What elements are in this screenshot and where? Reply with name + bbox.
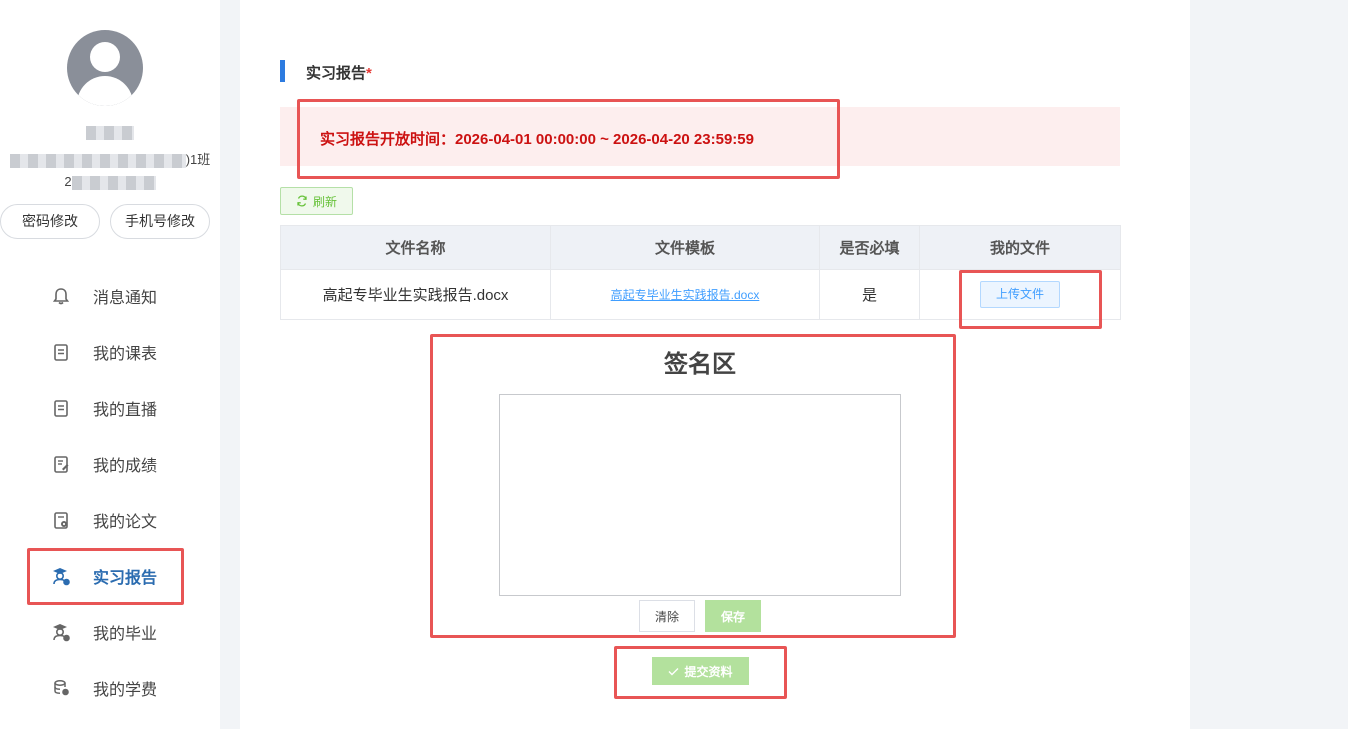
table-header-row: 文件名称 文件模板 是否必填 我的文件 [280, 225, 1121, 270]
cell-file-name: 高起专毕业生实践报告.docx [280, 269, 551, 320]
required-mark: * [366, 65, 372, 82]
nav-label: 我的课表 [93, 346, 158, 363]
nav-item-grades[interactable]: 我的成绩 [50, 449, 200, 479]
save-signature-button[interactable]: 保存 [705, 600, 761, 632]
nav-label: 我的成绩 [93, 458, 158, 475]
header-template: 文件模板 [550, 225, 820, 270]
avatar [67, 30, 143, 106]
files-table: 文件名称 文件模板 是否必填 我的文件 高起专毕业生实践报告.docx 高起专毕… [280, 225, 1121, 320]
open-time-text: 实习报告开放时间：2026-04-01 00:00:00 ~ 2026-04-2… [320, 131, 754, 148]
graduate-cap-icon [50, 621, 72, 643]
nav-item-tuition[interactable]: 我的学费 [50, 673, 200, 703]
table-row: 高起专毕业生实践报告.docx 高起专毕业生实践报告.docx 是 上传文件 [280, 269, 1121, 320]
change-phone-button[interactable]: 手机号修改 [110, 204, 210, 239]
report-edit-icon [50, 453, 72, 475]
refresh-button[interactable]: 刷新 [280, 187, 353, 215]
document-icon [50, 397, 72, 419]
header-file-name: 文件名称 [280, 225, 551, 270]
cell-template: 高起专毕业生实践报告.docx [550, 269, 820, 320]
clear-signature-button[interactable]: 清除 [639, 600, 695, 632]
nav-item-internship-report[interactable]: 实习报告 [50, 561, 200, 591]
upload-file-button[interactable]: 上传文件 [980, 281, 1060, 308]
user-name [0, 124, 220, 140]
sidebar: )1班 2 密码修改 手机号修改 消息通知 我的课表 我的直播 我的成绩 我的论… [0, 0, 220, 729]
nav-label: 实习报告 [93, 570, 158, 587]
signature-title: 签名区 [664, 351, 736, 378]
change-password-button[interactable]: 密码修改 [0, 204, 100, 239]
header-my-file: 我的文件 [919, 225, 1121, 270]
section-title: 实习报告* [306, 65, 372, 82]
nav-label: 我的毕业 [93, 626, 158, 643]
signature-canvas[interactable] [499, 394, 901, 596]
blurred-id [71, 175, 156, 190]
nav-item-thesis[interactable]: 我的论文 [50, 505, 200, 535]
check-icon [668, 667, 679, 675]
submit-button[interactable]: 提交资料 [652, 657, 749, 685]
class-suffix: )1班 [185, 152, 211, 167]
refresh-label: 刷新 [312, 194, 337, 209]
nav-item-schedule[interactable]: 我的课表 [50, 337, 200, 367]
submit-label: 提交资料 [684, 664, 733, 679]
coins-icon [50, 677, 72, 699]
cell-my-file: 上传文件 [919, 269, 1121, 320]
refresh-icon [297, 195, 307, 207]
id-prefix: 2 [64, 174, 72, 189]
nav-item-live[interactable]: 我的直播 [50, 393, 200, 423]
nav-label: 我的学费 [93, 682, 158, 699]
user-id: 2 [0, 174, 220, 190]
template-download-link[interactable]: 高起专毕业生实践报告.docx [611, 288, 760, 302]
graduate-user-icon [50, 565, 72, 587]
bell-icon [50, 285, 72, 307]
header-required: 是否必填 [819, 225, 920, 270]
blurred-class [9, 153, 186, 168]
user-class: )1班 [0, 152, 220, 168]
document-icon [50, 341, 72, 363]
nav-label: 我的直播 [93, 402, 158, 419]
paper-settings-icon [50, 509, 72, 531]
section-accent-bar [280, 60, 285, 82]
nav-item-graduation[interactable]: 我的毕业 [50, 617, 200, 647]
main-content: 实习报告* 实习报告开放时间：2026-04-01 00:00:00 ~ 202… [240, 0, 1190, 729]
nav-label: 我的论文 [93, 514, 158, 531]
blurred-name [86, 125, 134, 140]
nav-label: 消息通知 [93, 290, 158, 307]
nav-item-notifications[interactable]: 消息通知 [50, 281, 200, 311]
cell-required: 是 [819, 269, 920, 320]
